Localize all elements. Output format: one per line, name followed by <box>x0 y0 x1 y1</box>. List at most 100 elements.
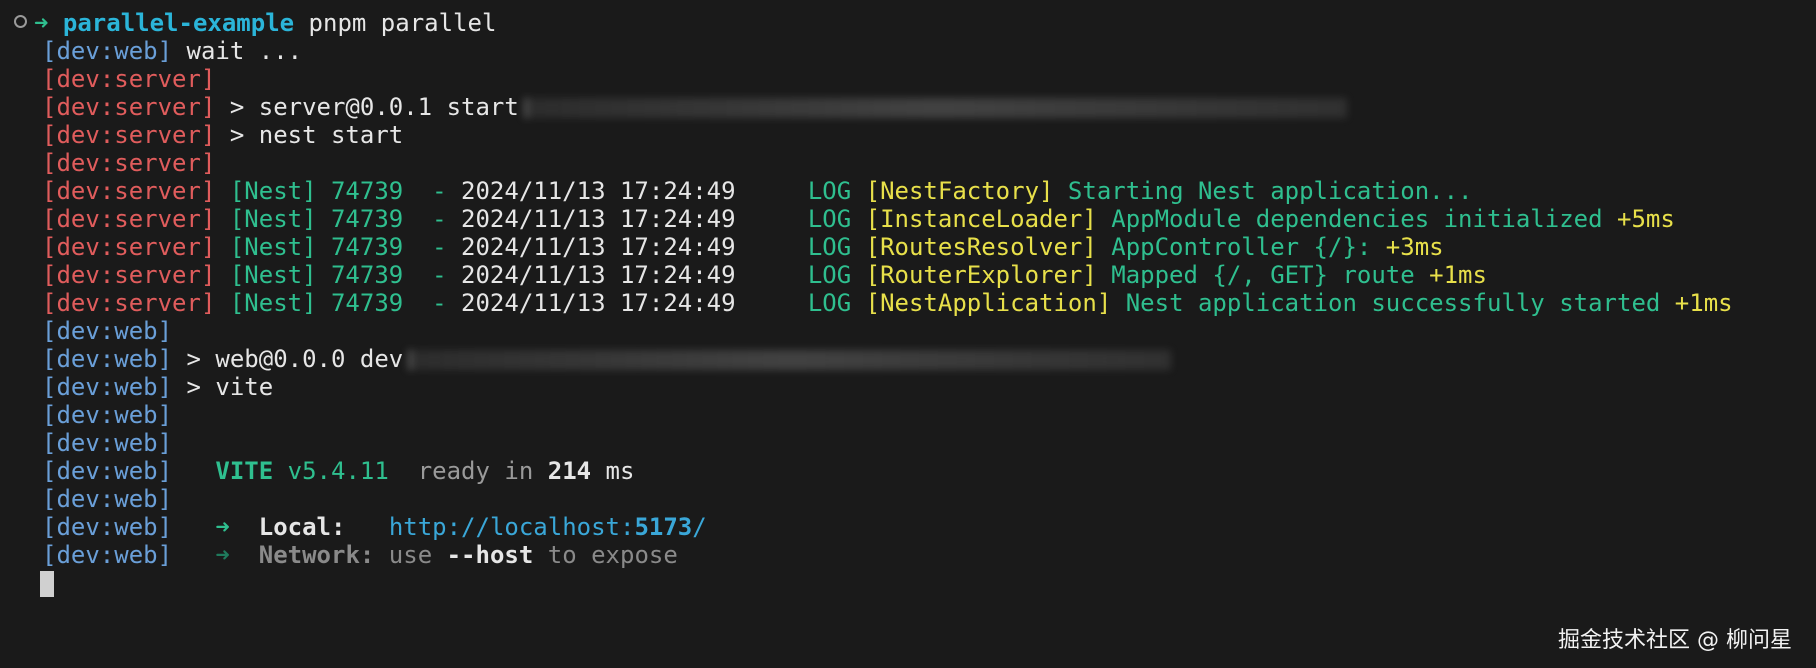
line-segment: [Nest] 74739 - <box>215 205 462 233</box>
terminal-line: [dev:web] VITE v5.4.11 ready in 214 ms <box>42 457 1733 485</box>
line-prefix: [dev:server] <box>42 65 216 93</box>
line-segment: [Nest] 74739 - <box>215 233 462 261</box>
terminal-line: [dev:web] wait ... <box>42 37 1733 65</box>
terminal-line: [dev:web] > vite <box>42 373 1733 401</box>
line-prefix: [dev:web] <box>42 37 173 65</box>
terminal-line: [dev:server] <box>42 65 1733 93</box>
line-prefix: [dev:web] <box>42 485 173 513</box>
prompt-directory: parallel-example <box>62 9 295 37</box>
terminal-line: [dev:server] > nest start <box>42 121 1733 149</box>
terminal-line: [dev:server] > server@0.0.1 start <box>42 93 1733 121</box>
line-segment: +1ms <box>1660 289 1733 317</box>
line-segment: ➜ <box>172 541 259 569</box>
line-segment <box>345 513 388 541</box>
line-segment: v5.4.11 <box>273 457 389 485</box>
line-segment: ➜ <box>172 513 259 541</box>
line-prefix: [dev:server] <box>42 149 216 177</box>
line-prefix: [dev:web] <box>42 373 173 401</box>
terminal-line: [dev:server] [Nest] 74739 - 2024/11/13 1… <box>42 205 1733 233</box>
line-segment <box>172 457 215 485</box>
line-segment: 2024/11/13 17:24:49 <box>461 177 736 205</box>
terminal-line: [dev:web] <box>42 317 1733 345</box>
line-segment: --host <box>446 541 534 569</box>
line-segment: AppModule dependencies initialized <box>1096 205 1603 233</box>
line-segment: Nest application successfully started <box>1111 289 1661 317</box>
line-segment: / <box>692 513 707 541</box>
line-prefix: [dev:server] <box>42 289 216 317</box>
line-segment: LOG <box>735 261 866 289</box>
terminal-line: [dev:server] [Nest] 74739 - 2024/11/13 1… <box>42 261 1733 289</box>
prompt-status-icon <box>14 15 27 28</box>
line-segment: 2024/11/13 17:24:49 <box>461 205 736 233</box>
line-segment: LOG <box>735 177 866 205</box>
line-segment: ms <box>591 457 635 485</box>
line-segment: 5173 <box>634 513 693 541</box>
line-segment: VITE <box>215 457 274 485</box>
line-prefix: [dev:web] <box>42 401 173 429</box>
line-segment: > server@0.0.1 start <box>215 93 519 121</box>
line-segment: LOG <box>735 205 866 233</box>
line-prefix: [dev:server] <box>42 233 216 261</box>
line-segment: LOG <box>735 233 866 261</box>
line-segment: +1ms <box>1414 261 1487 289</box>
terminal-window[interactable]: ➜ parallel-example pnpm parallel [dev:we… <box>0 0 1816 668</box>
text-cursor[interactable] <box>40 571 54 597</box>
line-prefix: [dev:server] <box>42 177 216 205</box>
line-segment: > nest start <box>215 121 404 149</box>
line-segment: AppController {/}: <box>1096 233 1372 261</box>
line-prefix: [dev:server] <box>42 205 216 233</box>
line-segment: wait ... <box>172 37 303 65</box>
line-segment: Starting Nest application... <box>1053 177 1473 205</box>
line-segment: [Nest] 74739 - <box>215 261 462 289</box>
line-segment: to expose <box>533 541 678 569</box>
line-segment: +3ms <box>1371 233 1444 261</box>
line-segment: [NestApplication] <box>865 289 1112 317</box>
line-prefix: [dev:server] <box>42 93 216 121</box>
line-segment: LOG <box>735 289 866 317</box>
line-segment: +5ms <box>1602 205 1675 233</box>
terminal-line: [dev:server] <box>42 149 1733 177</box>
terminal-output: [dev:web] wait ... [dev:server] [dev:serve… <box>42 37 1733 569</box>
line-segment: Mapped {/, GET} route <box>1096 261 1415 289</box>
line-segment: 2024/11/13 17:24:49 <box>461 233 736 261</box>
line-prefix: [dev:web] <box>42 541 173 569</box>
line-segment: http://localhost: <box>388 513 635 541</box>
line-segment: [Nest] 74739 - <box>215 289 462 317</box>
line-prefix: [dev:web] <box>42 513 173 541</box>
line-segment: Network: <box>258 541 375 569</box>
terminal-line: [dev:web] ➜ Network: use --host to expos… <box>42 541 1733 569</box>
terminal-line: [dev:web] <box>42 429 1733 457</box>
line-segment: Local: <box>258 513 346 541</box>
line-prefix: [dev:web] <box>42 345 173 373</box>
line-segment: [RoutesResolver] <box>865 233 1097 261</box>
terminal-line: [dev:web] ➜ Local: http://localhost:5173… <box>42 513 1733 541</box>
line-segment: [InstanceLoader] <box>865 205 1097 233</box>
line-segment: [Nest] 74739 - <box>215 177 462 205</box>
prompt-command: pnpm parallel <box>308 9 497 37</box>
line-segment: [RouterExplorer] <box>865 261 1097 289</box>
redacted-path <box>409 350 1172 370</box>
line-segment: ready in <box>388 457 548 485</box>
line-prefix: [dev:web] <box>42 429 173 457</box>
line-segment: > web@0.0.0 dev <box>172 345 404 373</box>
line-prefix: [dev:web] <box>42 457 173 485</box>
line-prefix: [dev:server] <box>42 261 216 289</box>
terminal-line: [dev:web] <box>42 485 1733 513</box>
redacted-path <box>524 98 1347 118</box>
line-segment: 2024/11/13 17:24:49 <box>461 289 736 317</box>
line-segment: 2024/11/13 17:24:49 <box>461 261 736 289</box>
terminal-line: [dev:server] [Nest] 74739 - 2024/11/13 1… <box>42 177 1733 205</box>
terminal-line: [dev:web] <box>42 401 1733 429</box>
line-segment: use <box>374 541 447 569</box>
prompt-arrow-icon: ➜ <box>34 9 49 37</box>
prompt-line: ➜ parallel-example pnpm parallel <box>34 9 496 37</box>
watermark: 掘金技术社区 @ 柳问星 <box>1558 628 1792 653</box>
terminal-line: [dev:server] [Nest] 74739 - 2024/11/13 1… <box>42 289 1733 317</box>
line-prefix: [dev:web] <box>42 317 173 345</box>
line-segment: > vite <box>172 373 274 401</box>
line-segment: 214 <box>547 457 592 485</box>
line-segment: [NestFactory] <box>865 177 1054 205</box>
terminal-line: [dev:web] > web@0.0.0 dev <box>42 345 1733 373</box>
line-prefix: [dev:server] <box>42 121 216 149</box>
terminal-line: [dev:server] [Nest] 74739 - 2024/11/13 1… <box>42 233 1733 261</box>
